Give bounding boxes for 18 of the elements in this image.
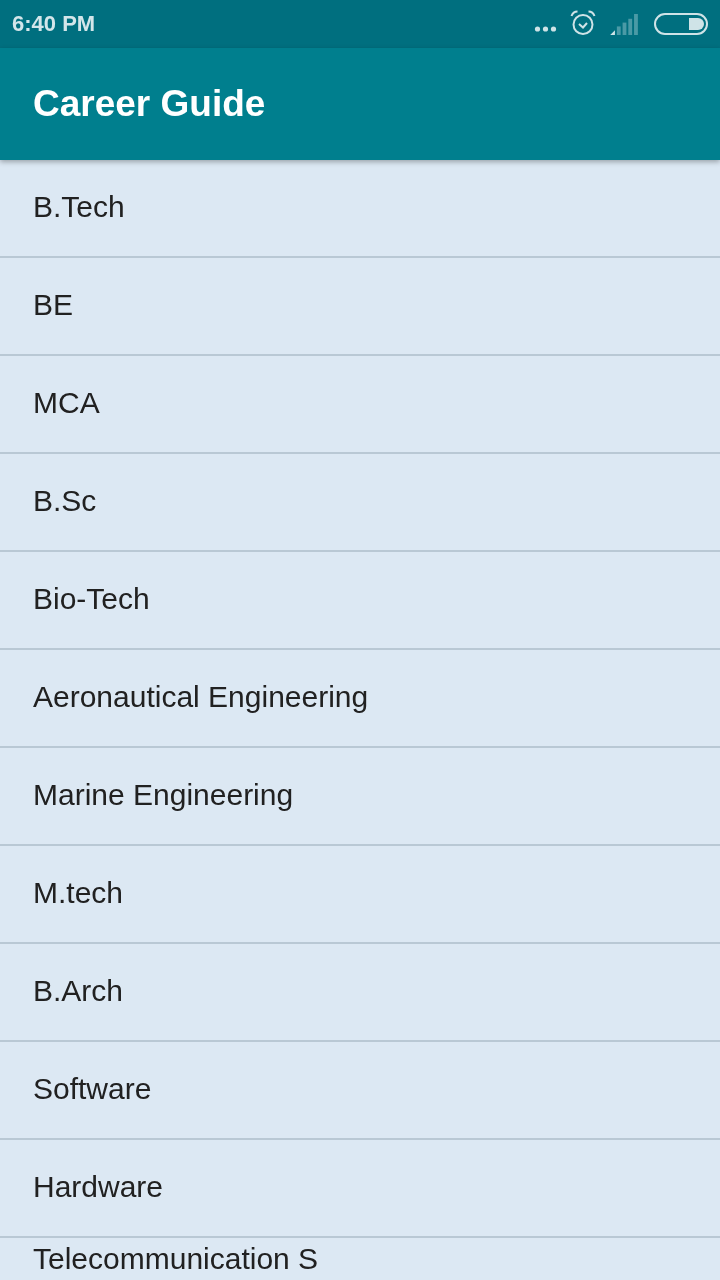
app-title: Career Guide (33, 82, 266, 126)
course-item[interactable]: BE (0, 258, 720, 356)
ellipsis-icon (534, 26, 557, 32)
battery-icon (654, 13, 708, 35)
course-item[interactable]: B.Tech (0, 160, 720, 258)
course-item[interactable]: B.Arch (0, 944, 720, 1042)
course-item[interactable]: Software (0, 1042, 720, 1140)
alarm-clock-icon (570, 10, 596, 36)
course-item[interactable]: Aeronautical Engineering (0, 650, 720, 748)
course-item[interactable]: Hardware (0, 1140, 720, 1238)
course-item[interactable]: Bio-Tech (0, 552, 720, 650)
course-item[interactable]: M.tech (0, 846, 720, 944)
signal-icon (610, 13, 639, 35)
course-item[interactable]: Marine Engineering (0, 748, 720, 846)
course-item[interactable]: B.Sc (0, 454, 720, 552)
course-item[interactable]: MCA (0, 356, 720, 454)
course-item[interactable]: Telecommunication S (0, 1238, 720, 1280)
status-time: 6:40 PM (12, 11, 96, 37)
